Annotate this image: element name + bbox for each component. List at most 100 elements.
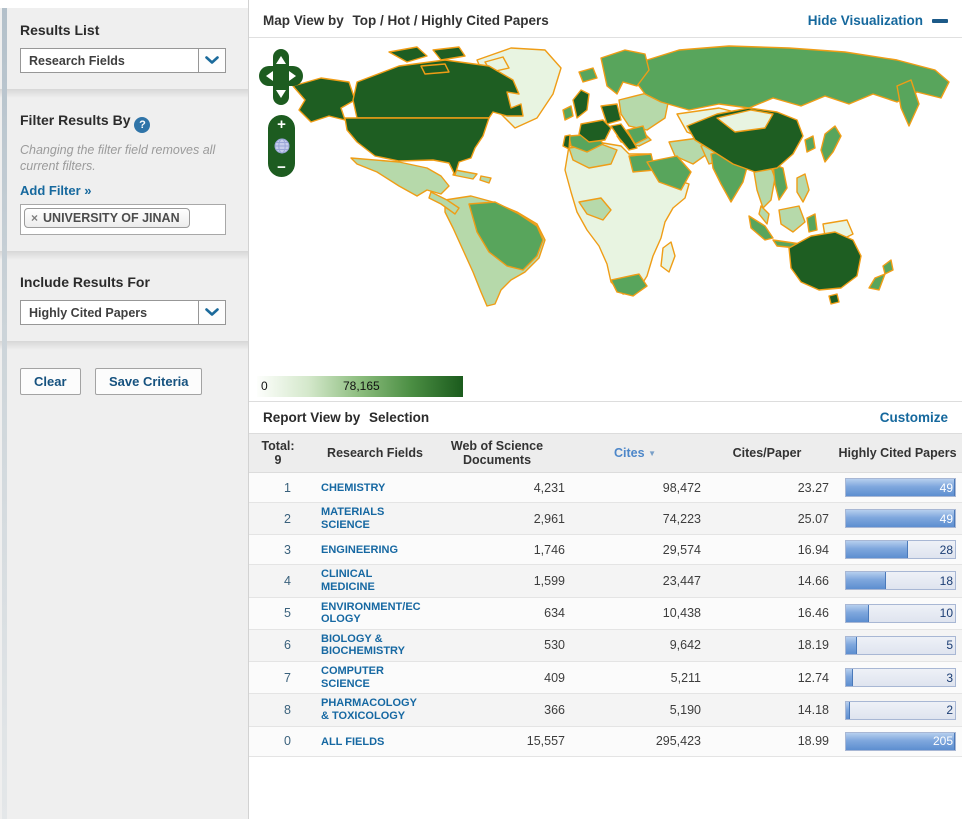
save-criteria-button[interactable]: Save Criteria [95,368,203,395]
report-view-header: Report View by Selection Customize [249,402,962,433]
highly-cited-bar[interactable]: 5 [845,636,956,655]
results-list-dropdown[interactable]: Research Fields [20,48,226,73]
table-row: 3ENGINEERING1,74629,57416.9428 [249,535,962,565]
row-field-cell: ENVIRONMENT/ECOLOGY [307,601,429,626]
highly-cited-bar[interactable]: 2 [845,701,956,720]
col-header-cites[interactable]: Cites ▼ [569,446,705,460]
map-view-header: Map View by Top / Hot / Highly Cited Pap… [249,0,962,38]
research-field-link[interactable]: CHEMISTRY [321,482,425,495]
highly-cited-bar[interactable]: 49 [845,509,956,528]
row-bar-cell: 3 [833,668,962,687]
highly-cited-bar[interactable]: 49 [845,478,956,497]
bar-value: 10 [940,606,953,620]
row-bar-cell: 49 [833,478,962,497]
table-row: 1CHEMISTRY4,23198,47223.2749 [249,473,962,503]
row-cites-per-paper: 14.66 [705,574,833,588]
row-field-cell: ENGINEERING [307,542,429,557]
collapse-minus-icon[interactable] [932,19,948,23]
bar-value: 205 [933,734,953,748]
col-header-wos-documents[interactable]: Web of Science Documents [429,439,569,468]
results-list-title: Results List [20,22,248,38]
row-wos-documents: 1,746 [429,543,569,557]
row-field-cell: MATERIALS SCIENCE [307,506,429,531]
col-header-highly-cited-papers[interactable]: Highly Cited Papers [833,446,962,460]
globe-icon[interactable] [274,138,290,154]
bar-value: 5 [946,638,953,652]
filter-tags-box[interactable]: × UNIVERSITY OF JINAN [20,204,226,235]
row-field-cell: BIOLOGY & BIOCHEMISTRY [307,633,429,658]
research-field-link[interactable]: CLINICAL MEDICINE [321,568,425,593]
row-cites: 10,438 [569,606,705,620]
row-rank: 2 [249,512,307,526]
row-cites-per-paper: 18.99 [705,734,833,748]
zoom-control[interactable]: + − [268,115,295,177]
section-divider [0,341,248,350]
bar-fill [846,702,850,719]
customize-link[interactable]: Customize [880,410,948,425]
row-wos-documents: 530 [429,638,569,652]
row-cites: 23,447 [569,574,705,588]
bar-fill [846,572,886,589]
research-field-link[interactable]: ALL FIELDS [321,736,425,749]
research-field-link[interactable]: MATERIALS SCIENCE [321,506,425,531]
row-rank: 7 [249,671,307,685]
research-field-link[interactable]: COMPUTER SCIENCE [321,665,425,690]
row-cites-per-paper: 18.19 [705,638,833,652]
bar-fill [846,637,857,654]
zoom-out-icon[interactable]: − [277,161,286,174]
bar-value: 18 [940,574,953,588]
filter-results-title: Filter Results By? [20,112,248,133]
table-row: 2 MATERIALS SCIENCE 2,96174,22325.07 49 [249,503,962,535]
col-header-cites-label: Cites [614,446,645,460]
world-map[interactable] [249,42,956,372]
filter-tag[interactable]: × UNIVERSITY OF JINAN [24,208,190,228]
row-wos-documents: 366 [429,703,569,717]
clear-button[interactable]: Clear [20,368,81,395]
research-field-link[interactable]: BIOLOGY & BIOCHEMISTRY [321,633,425,658]
table-row: 5ENVIRONMENT/ECOLOGY63410,43816.4610 [249,598,962,630]
highly-cited-bar[interactable]: 18 [845,571,956,590]
highly-cited-bar[interactable]: 3 [845,668,956,687]
legend-min-value: 0 [261,379,268,393]
help-icon[interactable]: ? [134,117,150,133]
chevron-down-icon[interactable] [198,49,225,72]
report-table-body: 1CHEMISTRY4,23198,47223.27492MATERIALS S… [249,473,962,757]
add-filter-link[interactable]: Add Filter » [20,183,92,198]
bar-fill [846,605,869,622]
row-rank: 5 [249,606,307,620]
report-view-title-prefix: Report View by [263,410,360,425]
row-field-cell: ALL FIELDS [307,734,429,749]
remove-filter-icon[interactable]: × [31,211,38,225]
pan-control[interactable] [258,48,304,106]
include-results-dropdown[interactable]: Highly Cited Papers [20,300,226,325]
row-wos-documents: 4,231 [429,481,569,495]
row-bar-cell: 5 [833,636,962,655]
col-header-research-fields[interactable]: Research Fields [307,446,429,460]
row-rank: 0 [249,734,307,748]
research-field-link[interactable]: ENGINEERING [321,544,425,557]
table-row: 7COMPUTER SCIENCE4095,21112.743 [249,662,962,694]
row-cites-per-paper: 16.94 [705,543,833,557]
row-rank: 6 [249,638,307,652]
hide-visualization-label: Hide Visualization [808,13,923,28]
results-list-dropdown-value: Research Fields [21,54,198,68]
row-wos-documents: 2,961 [429,512,569,526]
research-field-link[interactable]: PHARMACOLOGY & TOXICOLOGY [321,697,425,722]
zoom-in-icon[interactable]: + [277,118,286,131]
map-view-title: Map View by Top / Hot / Highly Cited Pap… [263,13,549,28]
row-cites: 74,223 [569,512,705,526]
row-field-cell: CHEMISTRY [307,480,429,495]
hide-visualization-link[interactable]: Hide Visualization [808,13,948,28]
highly-cited-bar[interactable]: 205 [845,732,956,751]
bar-fill [846,479,955,496]
sidebar-actions: Clear Save Criteria [0,350,248,395]
research-field-link[interactable]: ENVIRONMENT/ECOLOGY [321,601,425,626]
row-rank: 3 [249,543,307,557]
highly-cited-bar[interactable]: 28 [845,540,956,559]
chevron-down-icon[interactable] [198,301,225,324]
row-bar-cell: 10 [833,604,962,623]
col-header-cites-per-paper[interactable]: Cites/Paper [705,446,833,460]
row-cites-per-paper: 25.07 [705,512,833,526]
highly-cited-bar[interactable]: 10 [845,604,956,623]
filters-sidebar: Results List Research Fields Filter Resu… [0,0,248,819]
